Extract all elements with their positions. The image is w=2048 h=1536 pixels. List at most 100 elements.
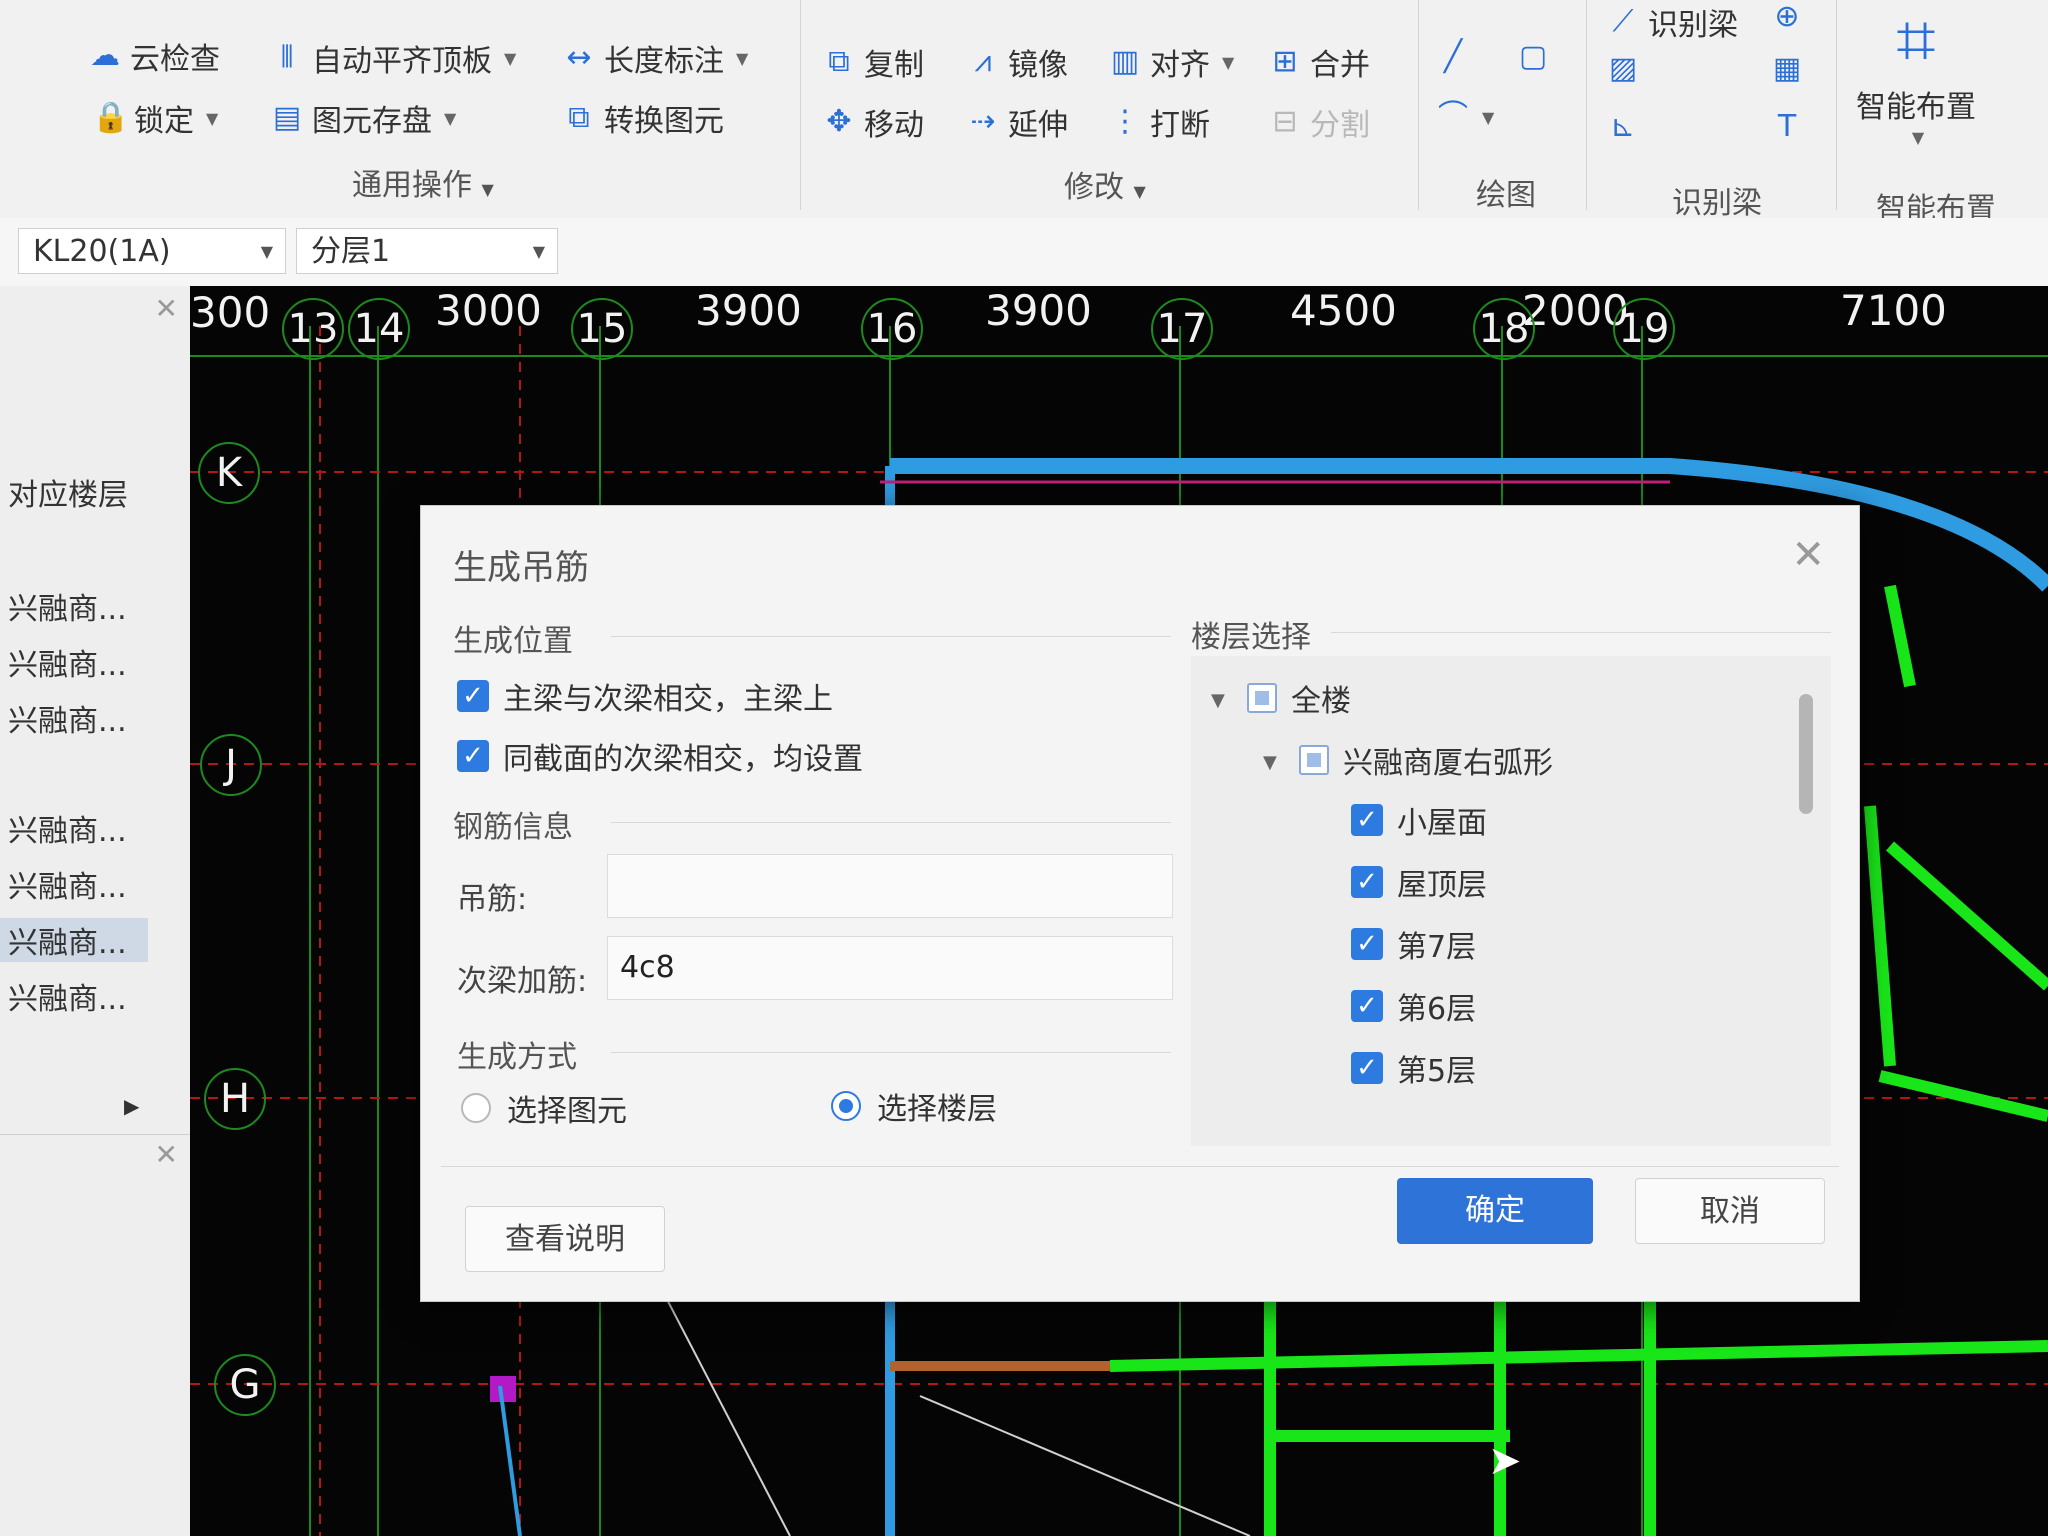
radio-select-element-label: 选择图元	[507, 1094, 627, 1129]
chevron-right-icon[interactable]: ▶	[124, 1094, 139, 1118]
close-icon[interactable]: ✕	[1791, 532, 1825, 578]
axis-label-x: 15	[571, 298, 633, 360]
layer-icon: ⊕	[1774, 0, 1800, 34]
convert-element-button[interactable]: ⧉ 转换图元	[562, 96, 724, 140]
align-label: 对齐	[1150, 48, 1210, 83]
layer-selector[interactable]: 分层1 ▼	[296, 228, 558, 274]
identify-beam-label: 识别梁	[1648, 8, 1738, 43]
tree-node-floor[interactable]: ✓ 第6层	[1351, 984, 1476, 1028]
lock-button[interactable]: 🔒 锁定 ▼	[92, 96, 218, 140]
checkbox-main-beam[interactable]: ✓ 主梁与次梁相交，主梁上	[457, 674, 833, 718]
tree-node-building[interactable]: 兴融商厦右弧形	[1299, 738, 1553, 782]
close-icon[interactable]: ✕	[155, 1138, 178, 1171]
radio-select-element[interactable]: 选择图元	[461, 1086, 627, 1130]
axis-label-x: 19	[1613, 298, 1675, 360]
checkmark-icon: ✓	[1351, 804, 1383, 836]
axis-spacing: 3900	[985, 286, 1092, 335]
tree-node-floor[interactable]: ✓ 第5层	[1351, 1046, 1476, 1090]
extend-label: 延伸	[1008, 108, 1068, 143]
move-label: 移动	[864, 108, 924, 143]
section-gen-position: 生成位置	[453, 624, 573, 659]
draw-line-button[interactable]: ╱	[1436, 40, 1470, 74]
tree-node-floor[interactable]: ✓ 屋顶层	[1351, 860, 1487, 904]
divider	[0, 1134, 190, 1135]
auto-align-slab-button[interactable]: ⫴ 自动平齐顶板 ▼	[270, 36, 517, 80]
cloud-check-label: 云检查	[130, 42, 220, 77]
close-icon[interactable]: ✕	[155, 292, 178, 325]
section-gen-method: 生成方式	[457, 1040, 577, 1075]
arc-icon: ⌒	[1438, 99, 1468, 134]
break-button[interactable]: ⋮ 打断	[1108, 100, 1210, 144]
cloud-check-icon: ☁	[90, 38, 120, 73]
radio-select-floor-label: 选择楼层	[877, 1092, 997, 1127]
cloud-check-button[interactable]: ☁ 云检查	[88, 34, 220, 78]
cancel-button[interactable]: 取消	[1635, 1178, 1825, 1244]
tree-node-floor[interactable]: ✓ 第7层	[1351, 922, 1476, 966]
checkmark-icon: ✓	[1351, 990, 1383, 1022]
identify-tool-button[interactable]: T	[1770, 110, 1804, 144]
identify-beam-button[interactable]: ⟋ 识别梁	[1606, 0, 1739, 44]
draw-arc-button[interactable]: ⌒ ▼	[1436, 100, 1494, 134]
partial-check-icon	[1247, 683, 1277, 713]
tree-node-floor[interactable]: ✓ 小屋面	[1351, 798, 1487, 842]
copy-label: 复制	[864, 48, 924, 83]
floor-list-item[interactable]: 兴融商...	[8, 696, 127, 740]
section-line	[919, 1395, 1251, 1536]
copy-button[interactable]: ⧉ 复制	[822, 40, 924, 84]
general-ops-group[interactable]: 通用操作 ▼	[352, 160, 494, 204]
chevron-down-icon: ▼	[1482, 107, 1495, 127]
divider	[1331, 632, 1831, 633]
align-slab-icon: ⫴	[280, 40, 294, 75]
tree-scrollbar[interactable]	[1799, 694, 1813, 814]
draw-rect-button[interactable]: ▢	[1516, 40, 1550, 74]
axis-spacing: 3000	[435, 286, 542, 335]
chevron-down-icon: ▼	[206, 108, 219, 128]
move-button[interactable]: ✥ 移动	[822, 100, 924, 144]
identify-tool-button[interactable]: ⊕	[1770, 0, 1804, 34]
split-button[interactable]: ⊟ 分割	[1268, 100, 1370, 144]
modify-group[interactable]: 修改 ▼	[1064, 162, 1146, 206]
length-dim-button[interactable]: ↔ 长度标注 ▼	[562, 36, 748, 80]
convert-icon: ⧉	[568, 100, 590, 135]
chevron-down-icon: ▼	[504, 48, 517, 68]
axis-label-x: 18	[1473, 298, 1535, 360]
dialog-title: 生成吊筋	[453, 548, 589, 588]
floor-list-item[interactable]: 兴融商...	[8, 806, 127, 850]
hanger-input[interactable]	[607, 854, 1173, 918]
radio-select-floor[interactable]: 选择楼层	[831, 1084, 997, 1128]
tree-node-all[interactable]: 全楼	[1247, 676, 1351, 720]
help-button[interactable]: 查看说明	[465, 1206, 665, 1272]
smart-layout-button[interactable]: ⌗ 智能布置 ▼	[1856, 0, 1976, 147]
move-icon: ✥	[826, 104, 852, 139]
grid-layout-icon: ⌗	[1896, 0, 1936, 81]
extend-button[interactable]: ⇢ 延伸	[966, 100, 1068, 144]
group-divider	[1836, 0, 1837, 210]
floor-list-item[interactable]: 兴融商...	[8, 640, 127, 684]
chevron-down-icon: ▼	[1222, 52, 1235, 72]
element-selector[interactable]: KL20(1A) ▼	[18, 228, 286, 274]
checkbox-same-section[interactable]: ✓ 同截面的次梁相交，均设置	[457, 734, 863, 778]
ok-button[interactable]: 确定	[1397, 1178, 1593, 1244]
merge-button[interactable]: ⊞ 合并	[1268, 40, 1370, 84]
mirror-button[interactable]: ⩘ 镜像	[966, 40, 1068, 84]
mouse-cursor-icon: ➤	[1488, 1438, 1522, 1484]
axis-label-y: K	[198, 442, 260, 504]
align-button[interactable]: ▥ 对齐 ▼	[1108, 40, 1235, 84]
floor-list-item-selected[interactable]: 兴融商...	[0, 918, 148, 962]
draw-group-label: 绘图	[1476, 178, 1536, 213]
floor-list-item[interactable]: 兴融商...	[8, 862, 127, 906]
floor-list-item[interactable]: 兴融商...	[8, 584, 127, 628]
floor-list-item[interactable]: 兴融商...	[8, 974, 127, 1018]
identify-tool-button[interactable]: ▦	[1770, 52, 1804, 86]
hatch-icon: ▨	[1608, 51, 1638, 86]
identify-tool-button[interactable]: ⊾	[1606, 110, 1640, 144]
layer-selector-value: 分层1	[311, 234, 391, 269]
chevron-down-icon[interactable]: ▼	[1263, 752, 1277, 773]
floor-label: 屋顶层	[1397, 868, 1487, 903]
identify-tool-button[interactable]: ▨	[1606, 52, 1640, 86]
generate-hanger-dialog: 生成吊筋 ✕ 生成位置 ✓ 主梁与次梁相交，主梁上 ✓ 同截面的次梁相交，均设置…	[420, 505, 1860, 1302]
element-save-button[interactable]: ▤ 图元存盘 ▼	[270, 96, 457, 140]
merge-icon: ⊞	[1272, 44, 1298, 79]
secondary-rebar-input[interactable]: 4c8	[607, 936, 1173, 1000]
chevron-down-icon[interactable]: ▼	[1211, 690, 1225, 711]
